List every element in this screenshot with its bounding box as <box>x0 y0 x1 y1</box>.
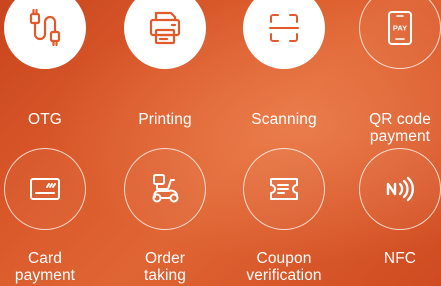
card-payment-label: Card payment <box>0 250 100 284</box>
card-payment-label-line1: Card <box>28 250 62 267</box>
order-taking-label: Order taking <box>110 250 220 284</box>
coupon-verification-label-line1: Coupon <box>256 250 312 267</box>
qr-payment-label: QR code payment <box>345 111 441 145</box>
usb-cable-icon <box>29 8 61 47</box>
card-payment-label-line2: payment <box>14 267 76 284</box>
coupon-verification-label: Coupon verification <box>229 250 339 284</box>
coupon-ticket-icon <box>270 178 298 200</box>
nfc-label: NFC <box>383 250 417 267</box>
order-taking-circle <box>124 148 206 230</box>
delivery-scooter-icon <box>152 174 179 203</box>
printing-label: Printing <box>138 111 192 128</box>
order-taking-label-line2: taking <box>144 267 186 284</box>
otg-circle <box>4 0 86 69</box>
scanning-circle <box>243 0 325 69</box>
pay-phone-icon: PAY <box>388 11 412 45</box>
card-payment-circle <box>4 148 86 230</box>
scan-frame-icon <box>269 14 299 42</box>
order-taking-label-line1: Order <box>144 250 186 267</box>
nfc-icon <box>386 176 414 202</box>
qr-payment-label-line1: QR code <box>369 111 431 128</box>
card-icon <box>30 178 60 200</box>
printing-circle <box>124 0 206 69</box>
otg-label: OTG <box>28 111 62 128</box>
qr-payment-label-line2: payment <box>369 128 431 145</box>
nfc-circle <box>359 148 441 230</box>
pay-text: PAY <box>393 24 407 33</box>
printer-icon <box>149 11 181 45</box>
coupon-verification-label-line2: verification <box>246 267 322 284</box>
scanning-label: Scanning <box>251 111 317 128</box>
coupon-verification-circle <box>243 148 325 230</box>
qr-payment-circle: PAY <box>359 0 441 69</box>
